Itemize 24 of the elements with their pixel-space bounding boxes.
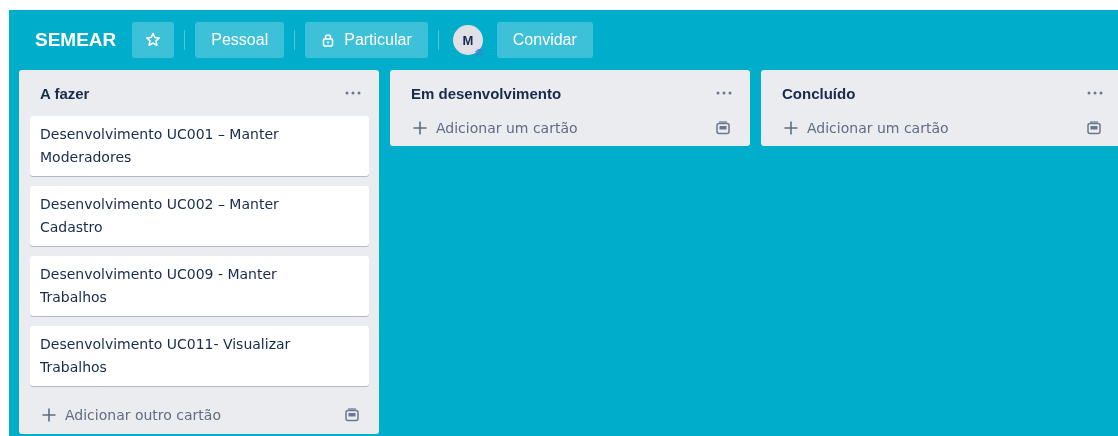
chevrons-icon <box>473 47 484 57</box>
card[interactable]: Desenvolvimento UC011- Visualizar Trabalhos <box>30 326 369 386</box>
more-icon <box>716 91 732 95</box>
star-button[interactable] <box>132 22 175 58</box>
add-card-button[interactable]: Adicionar um cartão <box>413 120 578 136</box>
add-card-button[interactable]: Adicionar outro cartão <box>42 407 221 423</box>
member-avatar[interactable]: M <box>452 25 483 55</box>
list-title[interactable]: Concluído <box>782 84 856 102</box>
more-icon <box>345 91 361 95</box>
card[interactable]: Desenvolvimento UC002 – Manter Cadastro <box>30 186 369 246</box>
plus-icon <box>413 121 427 135</box>
star-icon <box>145 32 162 48</box>
template-icon <box>716 121 730 135</box>
card[interactable]: Desenvolvimento UC009 - Manter Trabalhos <box>30 256 369 316</box>
lock-icon <box>321 33 336 47</box>
list-title[interactable]: A fazer <box>40 84 90 102</box>
more-icon <box>1087 91 1103 95</box>
plus-icon <box>42 408 56 422</box>
card[interactable]: Desenvolvimento UC001 – Manter Moderadores <box>30 116 369 176</box>
template-icon <box>345 408 359 422</box>
add-card-button[interactable]: Adicionar um cartão <box>784 120 949 136</box>
template-icon <box>1087 121 1101 135</box>
list-title[interactable]: Em desenvolvimento <box>411 84 562 102</box>
plus-icon <box>784 121 798 135</box>
